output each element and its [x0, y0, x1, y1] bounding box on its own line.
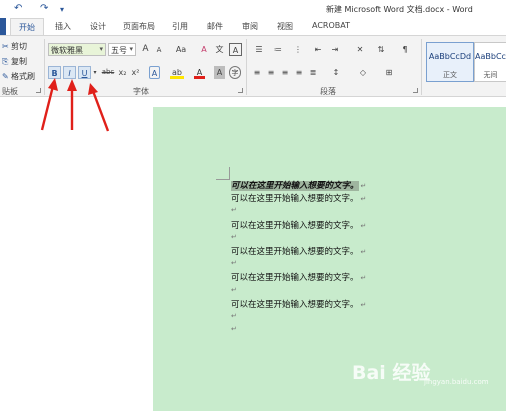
arrow-to-italic: [67, 79, 77, 130]
arrow-to-bold: [40, 78, 58, 131]
arrow-to-underline: [88, 83, 110, 132]
annotation-arrows: [40, 78, 110, 132]
